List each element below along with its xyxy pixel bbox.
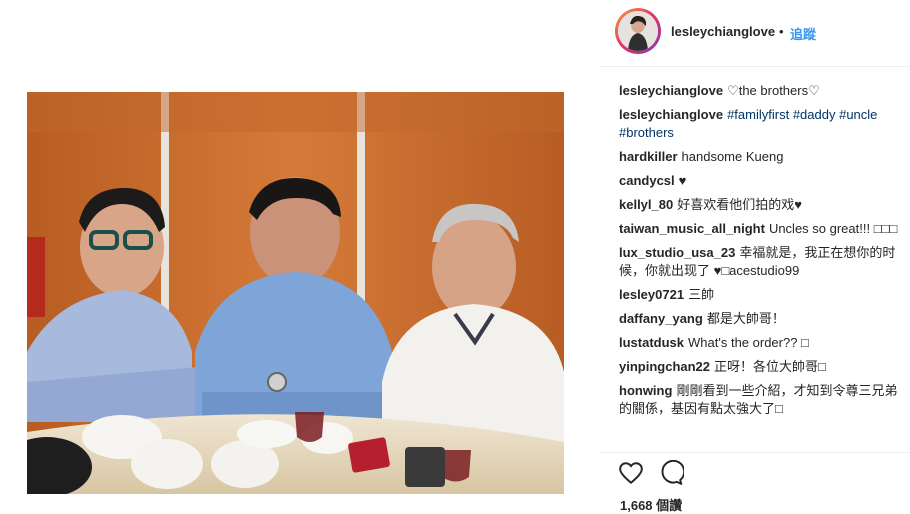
comment-text: 三帥 xyxy=(688,287,715,302)
comment-username[interactable]: lustatdusk xyxy=(619,335,684,350)
post-photo-area xyxy=(0,0,600,512)
hashtag-link[interactable]: #familyfirst xyxy=(727,107,789,122)
comment-username[interactable]: yinpingchan22 xyxy=(619,359,710,374)
avatar[interactable] xyxy=(615,8,661,54)
post-username[interactable]: lesleychianglove xyxy=(671,24,775,39)
comment-username[interactable]: lesleychianglove xyxy=(619,107,723,122)
comment-text: ♡the brothers♡ xyxy=(727,83,820,98)
comment-username[interactable]: hardkiller xyxy=(619,149,678,164)
comments-list: lesleychianglove ♡the brothers♡ lesleychia… xyxy=(619,82,901,456)
comment-username[interactable]: candycsl xyxy=(619,173,675,188)
comment-item: daffany_yang 都是大帥哥！ xyxy=(619,310,901,328)
comment-text: 正呀！各位大帥哥□ xyxy=(714,359,826,374)
comment-item: taiwan_music_all_night Uncles so great!!!… xyxy=(619,220,901,238)
follow-button[interactable]: 追蹤 xyxy=(790,24,816,43)
comment-text: 都是大帥哥！ xyxy=(706,311,785,326)
likes-count: 1,668 個讚 xyxy=(620,498,683,513)
comment-username[interactable]: taiwan_music_all_night xyxy=(619,221,765,236)
comment-item: hardkiller handsome Kueng xyxy=(619,148,901,166)
comment-item: lesley0721 三帥 xyxy=(619,286,901,304)
comment-username[interactable]: daffany_yang xyxy=(619,311,703,326)
hashtag-link[interactable]: #brothers xyxy=(619,125,674,140)
comment-item: yinpingchan22 正呀！各位大帥哥□ xyxy=(619,358,901,376)
comment-username[interactable]: lesley0721 xyxy=(619,287,684,302)
comment-item: lesleychianglove #familyfirst #daddy #unc… xyxy=(619,106,901,142)
comment-text: Uncles so great!!! □□□ xyxy=(768,221,898,236)
comment-icon[interactable] xyxy=(658,459,686,486)
hashtag-link[interactable]: #uncle xyxy=(839,107,877,122)
post-actions: 1,668 個讚 xyxy=(600,452,910,513)
comment-item: lux_studio_usa_23 幸福就是，我正在想你的时候，你就出现了 ♥□a… xyxy=(619,244,901,280)
comment-text: What's the order?? □ xyxy=(688,335,809,350)
comment-username[interactable]: lux_studio_usa_23 xyxy=(619,245,735,260)
post-sidebar: lesleychianglove • 追蹤 lesleychianglove ♡t… xyxy=(600,0,910,513)
comment-text: 好喜欢看他们拍的戏♥ xyxy=(677,197,802,212)
comment-username[interactable]: lesleychianglove xyxy=(619,83,723,98)
comment-text: ♥ xyxy=(678,173,687,188)
heart-icon[interactable] xyxy=(618,460,644,486)
post-header: lesleychianglove • 追蹤 xyxy=(600,0,910,67)
avatar-image xyxy=(618,11,658,51)
hashtag-link[interactable]: #daddy xyxy=(793,107,836,122)
comment-text: handsome Kueng xyxy=(681,149,784,164)
comment-item: honwing 剛剛看到一些介紹，才知到令尊三兄弟的關係，基因有點太強大了□ xyxy=(619,382,901,418)
comment-item: candycsl ♥ xyxy=(619,172,901,190)
comment-item: kellyl_80 好喜欢看他们拍的戏♥ xyxy=(619,196,901,214)
comment-item: lesleychianglove ♡the brothers♡ xyxy=(619,82,901,100)
comment-username[interactable]: kellyl_80 xyxy=(619,197,673,212)
separator-dot: • xyxy=(779,24,784,39)
photo-illustration xyxy=(27,92,564,494)
comment-item: lustatdusk What's the order?? □ xyxy=(619,334,901,352)
post-photo[interactable] xyxy=(27,92,564,494)
comment-username[interactable]: honwing xyxy=(619,383,672,398)
